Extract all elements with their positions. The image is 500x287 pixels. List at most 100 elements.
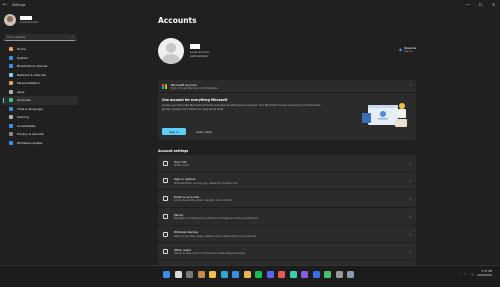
- sidebar-item-icon: [9, 132, 13, 137]
- sidebar-item-accessibility[interactable]: Accessibility: [2, 122, 78, 131]
- sidebar-item-icon: [9, 55, 13, 60]
- rewards-icon: ◆: [399, 47, 403, 52]
- account-role: Administrator: [190, 53, 209, 58]
- taskbar-app-blue-icon[interactable]: [312, 271, 320, 278]
- account-header: Local Account Administrator ◆ Rewards Si…: [158, 36, 416, 66]
- taskbar-chrome-icon[interactable]: [243, 271, 251, 278]
- chevron-right-icon: ›: [409, 178, 411, 184]
- settings-row[interactable]: Other users Device access, work or school…: [158, 243, 416, 260]
- microsoft-account-card: Microsoft account Sign in to get the mos…: [158, 80, 416, 140]
- account-illustration: [362, 103, 407, 127]
- taskbar-settings-icon[interactable]: [347, 271, 354, 278]
- taskbar-copilot-icon[interactable]: [197, 271, 205, 278]
- settings-row[interactable]: Family Manage your family group, edit acc…: [158, 208, 416, 225]
- taskbar-search-icon[interactable]: [174, 271, 182, 278]
- sidebar-item-icon: [9, 81, 13, 86]
- search-box[interactable]: Find a setting ⌕: [4, 34, 76, 41]
- close-button[interactable]: ✕: [487, 0, 500, 10]
- clock-date: 10/26/2024: [477, 273, 492, 277]
- setting-icon: [163, 249, 168, 255]
- sidebar-item-icon: [9, 98, 13, 103]
- sidebar-item-time-language[interactable]: Time & language: [2, 105, 78, 114]
- settings-row[interactable]: Windows backup Back up your files, apps, …: [158, 225, 416, 243]
- setting-subtitle: Accounts used by email, calendar, and co…: [174, 199, 232, 203]
- taskbar-app-gray-icon[interactable]: [335, 271, 343, 278]
- sidebar-item-icon: [9, 115, 13, 120]
- clock[interactable]: 5:57 PM 10/26/2024: [477, 270, 492, 277]
- sidebar-item-accounts[interactable]: Accounts: [2, 96, 78, 105]
- taskbar-store-icon[interactable]: [232, 271, 239, 278]
- sidebar-item-icon: [9, 64, 13, 69]
- microsoft-account-header[interactable]: Microsoft account Sign in to get the mos…: [158, 80, 416, 93]
- profile-name-redacted: [20, 16, 32, 20]
- window-title: Settings: [12, 3, 26, 7]
- chevron-right-icon: ›: [409, 196, 411, 202]
- setting-title: Email & accounts: [174, 194, 200, 199]
- title-bar: ← Settings — ☐ ✕: [0, 0, 500, 10]
- sidebar-item-label: Windows Update: [17, 140, 43, 145]
- setting-title: Sign-in options: [174, 177, 196, 182]
- setting-subtitle: Windows Hello, security key, password, d…: [174, 181, 238, 185]
- sidebar-item-label: Accessibility: [17, 123, 36, 128]
- setting-title: Family: [174, 212, 184, 217]
- profile[interactable]: Local Account: [0, 10, 80, 30]
- learn-more-button[interactable]: Learn more: [196, 130, 212, 134]
- settings-row[interactable]: Email & accounts Accounts used by email, …: [158, 190, 416, 207]
- taskbar-edge-icon[interactable]: [220, 271, 228, 278]
- rewards-signin-link[interactable]: Sign in: [404, 50, 416, 53]
- taskbar-spotify-icon[interactable]: [255, 271, 262, 278]
- microsoft-account-subtitle: Sign in to get the most out of Windows: [171, 86, 218, 90]
- chevron-up-icon[interactable]: ⌃: [409, 84, 412, 88]
- sidebar-item-icon: [9, 72, 13, 77]
- setting-subtitle: Back up your files, apps, preferences to…: [174, 234, 257, 238]
- sidebar-item-personalization[interactable]: Personalization: [2, 79, 78, 88]
- sidebar-item-network-internet[interactable]: Network & internet: [2, 71, 78, 80]
- taskbar-apps: [163, 271, 354, 278]
- setting-title: Windows backup: [174, 230, 199, 235]
- system-tray: ⌃ ◠ ◁ 5:57 PM 10/26/2024: [458, 270, 492, 277]
- account-name-redacted: [190, 44, 200, 49]
- sidebar-item-privacy-security[interactable]: Privacy & security: [2, 130, 78, 139]
- microsoft-logo-icon: [162, 83, 167, 89]
- setting-icon: [163, 213, 168, 219]
- chevron-right-icon: ›: [409, 231, 411, 237]
- sidebar-item-label: Time & language: [17, 106, 43, 111]
- setting-icon: [163, 231, 168, 237]
- rewards[interactable]: ◆ Rewards Sign in: [399, 46, 416, 53]
- sidebar-nav: Home System Bluetooth & devices Network & i…: [0, 45, 80, 147]
- volume-icon[interactable]: ◁: [471, 272, 473, 276]
- taskbar-file-explorer-icon[interactable]: [209, 271, 216, 278]
- setting-icon: [163, 196, 168, 202]
- microsoft-account-body: One account for everything Microsoft Acc…: [158, 93, 416, 140]
- settings-row[interactable]: Sign-in options Windows Hello, security k…: [158, 172, 416, 190]
- sign-in-button[interactable]: Sign in: [162, 128, 186, 135]
- sidebar-item-apps[interactable]: Apps: [2, 88, 78, 97]
- taskbar-discord-icon[interactable]: [266, 271, 274, 278]
- back-arrow-icon[interactable]: ←: [0, 2, 10, 8]
- sidebar: Local Account Find a setting ⌕ Home Syste…: [0, 10, 80, 265]
- taskbar-start-icon[interactable]: [163, 271, 170, 278]
- taskbar-app-teal-icon[interactable]: [289, 271, 297, 278]
- maximize-button[interactable]: ☐: [474, 0, 487, 10]
- setting-title: Your info: [174, 159, 187, 164]
- sidebar-item-label: Gaming: [17, 115, 29, 120]
- sidebar-item-icon: [9, 47, 13, 52]
- sidebar-item-system[interactable]: System: [2, 54, 78, 63]
- chevron-right-icon: ›: [409, 249, 411, 255]
- taskbar-app-red-icon[interactable]: [278, 271, 285, 278]
- minimize-button[interactable]: —: [461, 0, 474, 10]
- sidebar-item-label: Personalization: [17, 81, 40, 86]
- sidebar-item-label: Home: [17, 47, 26, 52]
- wifi-icon[interactable]: ◠: [464, 272, 467, 276]
- sidebar-item-icon: [9, 140, 13, 145]
- taskbar-app-green-icon[interactable]: [324, 271, 331, 278]
- taskbar-app-purple-icon[interactable]: [301, 271, 308, 278]
- chevron-up-icon[interactable]: ⌃: [458, 272, 461, 276]
- sidebar-item-home[interactable]: Home: [2, 45, 78, 54]
- sidebar-item-gaming[interactable]: Gaming: [2, 113, 78, 122]
- search-input[interactable]: Find a setting: [7, 35, 25, 39]
- settings-row[interactable]: Your info Profile photo ›: [158, 155, 416, 172]
- sidebar-item-bluetooth-devices[interactable]: Bluetooth & devices: [2, 62, 78, 71]
- taskbar-task-view-icon[interactable]: [186, 271, 193, 278]
- sidebar-item-windows-update[interactable]: Windows Update: [2, 139, 78, 148]
